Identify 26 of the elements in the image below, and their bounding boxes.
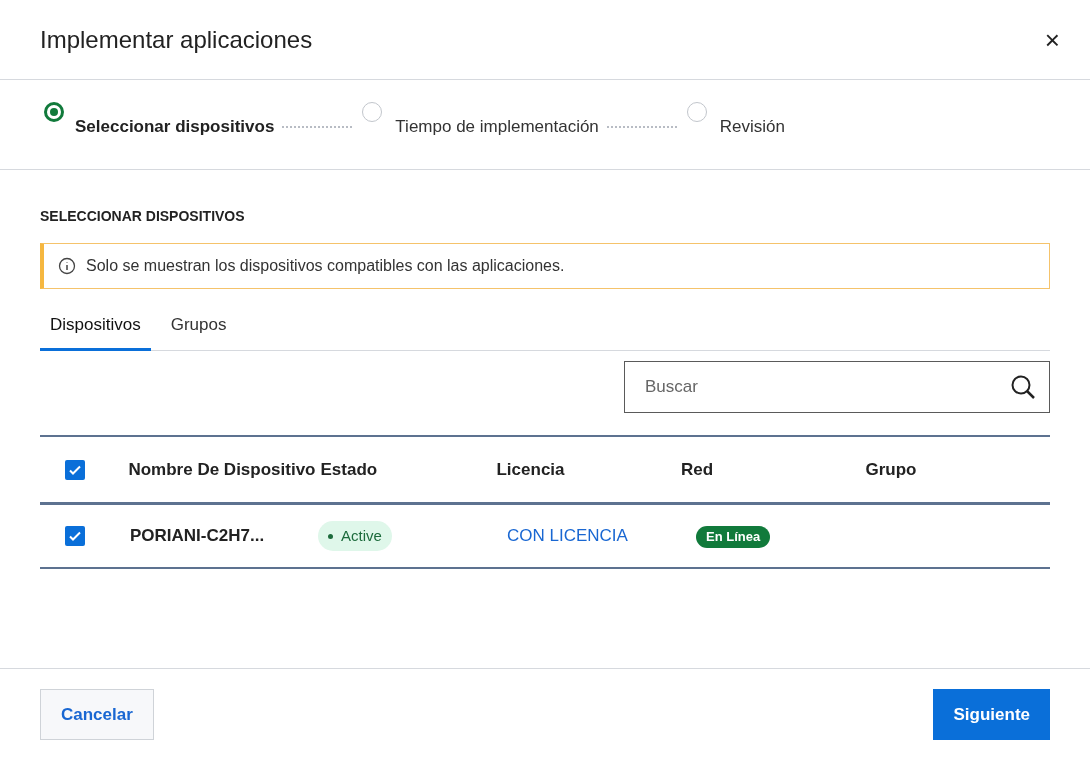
checkbox[interactable] — [65, 459, 85, 480]
column-header: Grupo — [865, 459, 917, 479]
checkbox[interactable] — [65, 526, 85, 546]
column-header: Estado — [320, 458, 378, 481]
step-label: Tiempo de implementación — [395, 116, 599, 138]
close-button[interactable]: × — [1044, 26, 1060, 53]
step-label: Seleccionar dispositivos — [75, 116, 275, 138]
column-header: Red — [681, 459, 714, 479]
status-badge: Active — [318, 521, 392, 551]
license-link[interactable]: CON LICENCIA — [507, 526, 628, 546]
search-field[interactable]: Buscar — [624, 361, 1050, 413]
column-header: Nombre De Dispositivo — [128, 458, 316, 481]
tab[interactable]: Dispositivos — [40, 301, 151, 351]
cancel-button[interactable]: Cancelar — [40, 689, 154, 740]
tab[interactable]: Grupos — [160, 301, 237, 351]
info-icon — [58, 257, 76, 275]
notice-text: Solo se muestran los dispositivos compatibles con las aplicaciones. — [86, 256, 565, 276]
checkmark-icon — [68, 529, 82, 543]
next-button[interactable]: Siguiente — [933, 689, 1050, 740]
device-name: PORIANI-C2H7... — [130, 526, 265, 546]
dialog-title: Implementar aplicaciones — [40, 24, 313, 55]
search-icon[interactable] — [1010, 374, 1036, 400]
column-header: Licencia — [496, 459, 565, 479]
network-badge: En Línea — [696, 526, 771, 548]
step-label: Revisión — [719, 116, 786, 138]
section-title: SELECCIONAR DISPOSITIVOS — [40, 207, 246, 226]
